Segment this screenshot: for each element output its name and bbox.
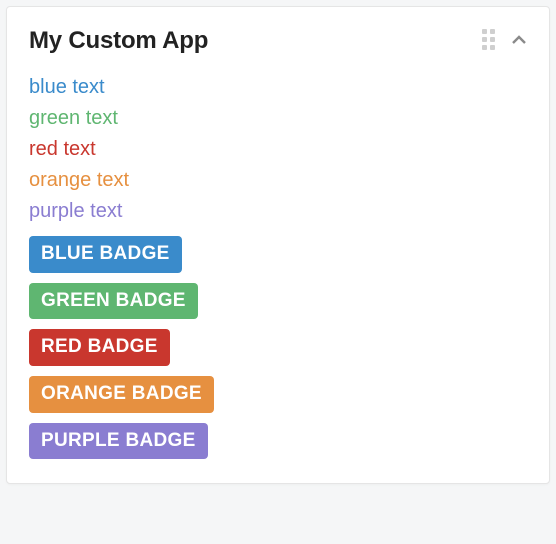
collapse-icon[interactable] — [511, 32, 527, 48]
badge: PURPLE BADGE — [29, 423, 208, 460]
colored-text-list: blue text green text red text orange tex… — [29, 73, 527, 226]
badge: RED BADGE — [29, 329, 170, 366]
card-title: My Custom App — [29, 27, 482, 55]
card-header: My Custom App — [29, 27, 527, 55]
text-line: red text — [29, 135, 527, 164]
app-card: My Custom App blue text green text red t… — [6, 6, 550, 484]
badge: ORANGE BADGE — [29, 376, 214, 413]
text-line: green text — [29, 104, 527, 133]
badge: GREEN BADGE — [29, 283, 198, 320]
text-line: blue text — [29, 73, 527, 102]
badge-list: BLUE BADGE GREEN BADGE RED BADGE ORANGE … — [29, 236, 527, 459]
card-controls — [482, 27, 527, 50]
text-line: purple text — [29, 197, 527, 226]
badge: BLUE BADGE — [29, 236, 182, 273]
drag-handle-icon[interactable] — [482, 29, 495, 50]
text-line: orange text — [29, 166, 527, 195]
